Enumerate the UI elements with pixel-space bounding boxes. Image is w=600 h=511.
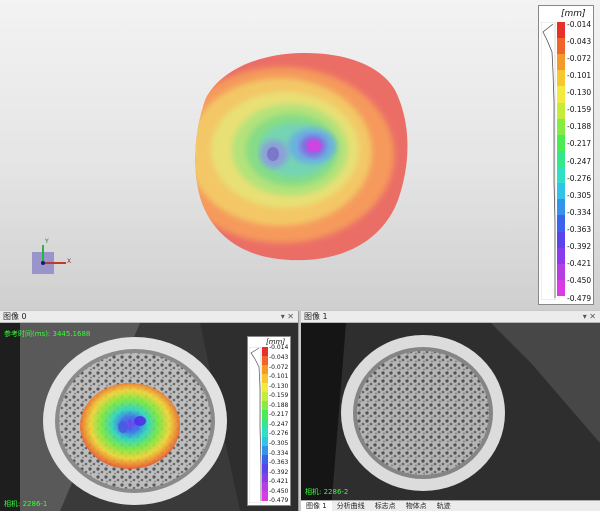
legend-small-tick-label: -0.479 <box>269 497 289 505</box>
camera-1-label: 相机: 2286-2 <box>305 488 349 496</box>
tab-0[interactable]: 图像 1 <box>301 501 332 511</box>
legend-small-tick-label: -0.188 <box>269 401 289 409</box>
legend-small-tick-label: -0.363 <box>269 459 289 467</box>
legend-small-color-segment <box>262 491 268 501</box>
contour-peak-right <box>307 140 321 152</box>
panel-0-title-bar: 图像 0 ▾ ✕ <box>0 311 298 323</box>
legend-color-segment <box>557 183 565 200</box>
legend-color-segment <box>557 38 565 55</box>
legend-small-tick-label: -0.247 <box>269 420 289 428</box>
legend-color-bar <box>557 22 565 300</box>
camera-0-label: 相机: 2286-1 <box>4 500 48 508</box>
legend-small-tick-label: -0.159 <box>269 392 289 400</box>
panel-0-title: 图像 0 <box>3 312 27 321</box>
legend-color-segment <box>557 279 565 297</box>
image-panel-0[interactable]: 图像 0 ▾ ✕ 参考时间(ms): 3445.1688 相机: 2286-1 … <box>0 311 299 511</box>
legend-small-tick-label: -0.130 <box>269 382 289 390</box>
overlay-heatmap-0 <box>80 383 180 469</box>
legend-tick-label: -0.247 <box>567 156 592 166</box>
color-legend-small: [mm] -0.014 -0.043 -0.072 -0.101 -0.130 -0.15… <box>247 336 291 506</box>
y-axis-label: Y <box>45 238 49 245</box>
tab-3[interactable]: 物体点 <box>401 501 432 511</box>
legend-tick-label: -0.334 <box>567 207 592 217</box>
legend-tick-label: -0.450 <box>567 276 592 286</box>
legend-small-tick-label: -0.217 <box>269 411 289 419</box>
panel-1-controls[interactable]: ▾ ✕ <box>583 311 596 323</box>
legend-color-segment <box>557 215 565 233</box>
panel-1-title: 图像 1 <box>304 312 328 321</box>
legend-color-segment <box>557 22 565 39</box>
x-axis-label: X <box>67 258 72 265</box>
panel-0-controls[interactable]: ▾ ✕ <box>281 311 294 323</box>
legend-histogram <box>541 22 556 300</box>
legend-small-tick-label: -0.101 <box>269 373 289 381</box>
legend-small-tick-label: -0.305 <box>269 440 289 448</box>
legend-small-tick-label: -0.014 <box>269 344 289 352</box>
legend-tick-label: -0.276 <box>567 173 592 183</box>
panel-1-title-bar: 图像 1 ▾ ✕ <box>301 311 600 323</box>
legend-small-color-bar <box>262 347 268 503</box>
deformation-contour-plot <box>195 52 408 261</box>
3d-viewport[interactable]: Y X [mm] -0.014 -0.043 -0.072 -0.101 -0.130 -… <box>0 0 600 310</box>
bottom-tab-bar: 图像 1 分析曲线 标志点 物体点 轨迹 <box>301 500 600 511</box>
legend-small-tick-label: -0.450 <box>269 487 289 495</box>
legend-small-tick-label: -0.334 <box>269 449 289 457</box>
legend-color-segment <box>557 231 565 249</box>
tab-1[interactable]: 分析曲线 <box>332 501 370 511</box>
legend-tick-label: -0.043 <box>567 36 592 46</box>
legend-color-segment <box>557 167 565 184</box>
legend-tick-label: -0.392 <box>567 242 592 252</box>
legend-color-segment <box>557 54 565 71</box>
legend-color-segment <box>557 118 565 136</box>
legend-color-segment <box>557 134 565 152</box>
axis-triad[interactable]: Y X <box>28 238 73 280</box>
reference-time-label: 参考时间(ms): 3445.1688 <box>4 330 91 338</box>
legend-tick-label: -0.014 <box>567 19 592 29</box>
axis-origin <box>41 261 45 265</box>
camera-image-1: 相机: 2286-2 <box>301 323 600 511</box>
camera-image-0: 参考时间(ms): 3445.1688 相机: 2286-1 [mm] -0.0… <box>0 323 298 511</box>
legend-small-tick-label: -0.276 <box>269 430 289 438</box>
color-legend: [mm] -0.014 -0.043 -0.072 -0.101 -0.130 -0.15… <box>538 5 594 305</box>
legend-small-tick-label: -0.421 <box>269 478 289 486</box>
legend-color-segment <box>557 86 565 104</box>
legend-color-segment <box>557 199 565 216</box>
tab-2[interactable]: 标志点 <box>370 501 401 511</box>
contour-peak-left <box>267 147 279 161</box>
tab-4[interactable]: 轨迹 <box>432 501 456 511</box>
legend-tick-label: -0.101 <box>567 70 592 80</box>
legend-tick-label: -0.305 <box>567 190 592 200</box>
legend-small-tick-label: -0.043 <box>269 353 289 361</box>
legend-tick-label: -0.188 <box>567 122 592 132</box>
legend-color-segment <box>557 70 565 87</box>
legend-tick-label: -0.421 <box>567 259 592 269</box>
legend-tick-label: -0.479 <box>567 293 592 303</box>
legend-small-histogram <box>249 347 262 503</box>
legend-tick-label: -0.217 <box>567 139 592 149</box>
speckle-pattern-1 <box>357 351 489 475</box>
legend-small-tick-label: -0.392 <box>269 468 289 476</box>
legend-small-tick-label: -0.072 <box>269 363 289 371</box>
legend-tick-label: -0.130 <box>567 88 592 97</box>
legend-color-segment <box>557 102 565 120</box>
legend-tick-label: -0.363 <box>567 225 592 234</box>
legend-unit: [mm] <box>561 9 586 19</box>
legend-tick-label: -0.072 <box>567 53 592 63</box>
legend-color-segment <box>557 247 565 265</box>
legend-tick-label: -0.159 <box>567 105 592 115</box>
image-panel-1[interactable]: 图像 1 ▾ ✕ 相机: 2286-2 <box>301 311 600 511</box>
legend-color-segment <box>557 263 565 281</box>
legend-color-segment <box>557 150 565 168</box>
